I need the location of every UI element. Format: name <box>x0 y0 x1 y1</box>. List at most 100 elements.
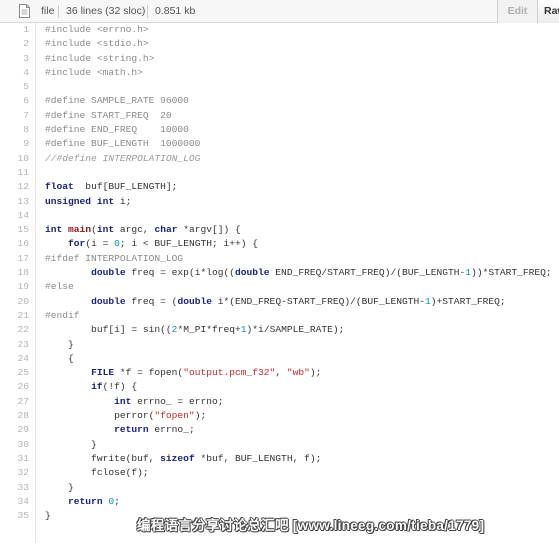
line-number[interactable]: 1 <box>0 23 29 37</box>
line-number[interactable]: 4 <box>0 66 29 80</box>
code-line: 26 if(!f) { <box>0 380 559 394</box>
code-token: freq = exp(i*log(( <box>125 267 235 279</box>
line-number[interactable]: 22 <box>0 323 29 337</box>
code-line: 32 fclose(f); <box>0 466 559 480</box>
code-text: #include <string.h> <box>45 52 154 66</box>
code-line: 19 #else <box>0 280 559 294</box>
code-token: unsigned <box>45 195 92 207</box>
code-token: } <box>45 438 97 450</box>
code-text: #else <box>45 280 74 294</box>
code-token: char <box>154 224 178 236</box>
line-number[interactable]: 31 <box>0 452 29 466</box>
code-line: 8 #define END_FREQ 10000 <box>0 123 559 137</box>
code-line: 15 int main(int argc, char *argv[]) { <box>0 223 559 237</box>
line-number[interactable]: 7 <box>0 109 29 123</box>
code-token: , <box>275 367 287 379</box>
code-text: fwrite(buf, sizeof *buf, BUF_LENGTH, f); <box>45 452 321 466</box>
line-number[interactable]: 20 <box>0 295 29 309</box>
code-line: 30 } <box>0 438 559 452</box>
code-token: int <box>45 224 63 236</box>
code-token: double <box>235 267 270 279</box>
code-token: float <box>45 181 74 193</box>
code-token: fwrite(buf, <box>45 452 161 464</box>
code-text: } <box>45 481 74 495</box>
line-number[interactable]: 32 <box>0 466 29 480</box>
line-number[interactable]: 14 <box>0 209 29 223</box>
line-number[interactable]: 30 <box>0 438 29 452</box>
line-number[interactable]: 26 <box>0 380 29 394</box>
code-line: 20 double freq = (double i*(END_FREQ-STA… <box>0 295 559 309</box>
line-number[interactable]: 5 <box>0 80 29 94</box>
file-mode-label: file <box>41 5 55 17</box>
line-number[interactable]: 16 <box>0 237 29 251</box>
code-token: (i = <box>85 238 115 250</box>
code-token: int <box>96 195 115 207</box>
raw-button[interactable]: Raw <box>537 0 559 23</box>
line-number[interactable]: 12 <box>0 180 29 194</box>
code-line: 22 buf[i] = sin((2*M_PI*freq+1)*i/SAMPLE… <box>0 323 559 337</box>
code-text: unsigned int i; <box>45 195 131 209</box>
code-token: #include <string.h> <box>45 52 155 64</box>
code-token: END_FREQ/START_FREQ)/(BUF_LENGTH- <box>269 267 466 279</box>
line-number[interactable]: 21 <box>0 309 29 323</box>
code-token: #define BUF_LENGTH 1000000 <box>45 138 201 150</box>
line-number[interactable]: 35 <box>0 509 29 523</box>
line-number[interactable]: 28 <box>0 409 29 423</box>
line-number[interactable]: 17 <box>0 252 29 266</box>
code-line: 7 #define START_FREQ 20 <box>0 109 559 123</box>
code-line: 14 <box>0 209 559 223</box>
code-text: #endif <box>45 309 80 323</box>
code-token: } <box>45 510 51 522</box>
code-line: 10 //#define INTERPOLATION_LOG <box>0 152 559 166</box>
line-number[interactable]: 13 <box>0 195 29 209</box>
code-token: int <box>96 224 115 236</box>
line-number[interactable]: 33 <box>0 481 29 495</box>
code-text: double freq = (double i*(END_FREQ-START_… <box>45 295 506 309</box>
code-token: buf[i] = sin(( <box>45 324 172 336</box>
line-number[interactable]: 15 <box>0 223 29 237</box>
line-number[interactable]: 10 <box>0 152 29 166</box>
code-token: ))*START_FREQ; <box>471 267 552 279</box>
code-viewer: 1 #include <errno.h> 2 #include <stdio.h> 3 #… <box>0 23 559 523</box>
code-token: argc, <box>114 224 155 236</box>
code-line: 2 #include <stdio.h> <box>0 37 559 51</box>
code-token: #include <errno.h> <box>45 24 149 35</box>
code-token: ); <box>309 367 322 379</box>
code-line: 5 <box>0 80 559 94</box>
code-line: 13 unsigned int i; <box>0 195 559 209</box>
code-token: *f = fopen( <box>114 367 184 379</box>
edit-button[interactable]: Edit <box>497 0 537 23</box>
code-token: { <box>45 352 74 364</box>
line-number[interactable]: 27 <box>0 395 29 409</box>
code-token: )+START_FREQ; <box>430 295 506 307</box>
line-number[interactable]: 34 <box>0 495 29 509</box>
code-token: double <box>91 295 126 307</box>
code-text: } <box>45 509 51 523</box>
code-text: double freq = exp(i*log((double END_FREQ… <box>45 266 552 280</box>
line-number[interactable]: 23 <box>0 338 29 352</box>
line-number[interactable]: 9 <box>0 137 29 151</box>
code-text: #ifdef INTERPOLATION_LOG <box>45 252 183 266</box>
code-line: 27 int errno_ = errno; <box>0 395 559 409</box>
line-number[interactable]: 29 <box>0 423 29 437</box>
code-line: 34 return 0; <box>0 495 559 509</box>
code-token: *buf, BUF_LENGTH, f); <box>194 452 322 464</box>
code-token: *argv[]) { <box>177 224 241 236</box>
code-token: (!f) { <box>102 381 138 393</box>
line-number[interactable]: 24 <box>0 352 29 366</box>
line-number[interactable]: 3 <box>0 52 29 66</box>
line-number[interactable]: 18 <box>0 266 29 280</box>
code-text: #define BUF_LENGTH 1000000 <box>45 137 200 151</box>
code-line: 3 #include <string.h> <box>0 52 559 66</box>
line-number[interactable]: 6 <box>0 94 29 108</box>
line-number[interactable]: 11 <box>0 166 29 180</box>
line-number[interactable]: 19 <box>0 280 29 294</box>
line-number[interactable]: 2 <box>0 37 29 51</box>
line-number[interactable]: 25 <box>0 366 29 380</box>
line-number[interactable]: 8 <box>0 123 29 137</box>
